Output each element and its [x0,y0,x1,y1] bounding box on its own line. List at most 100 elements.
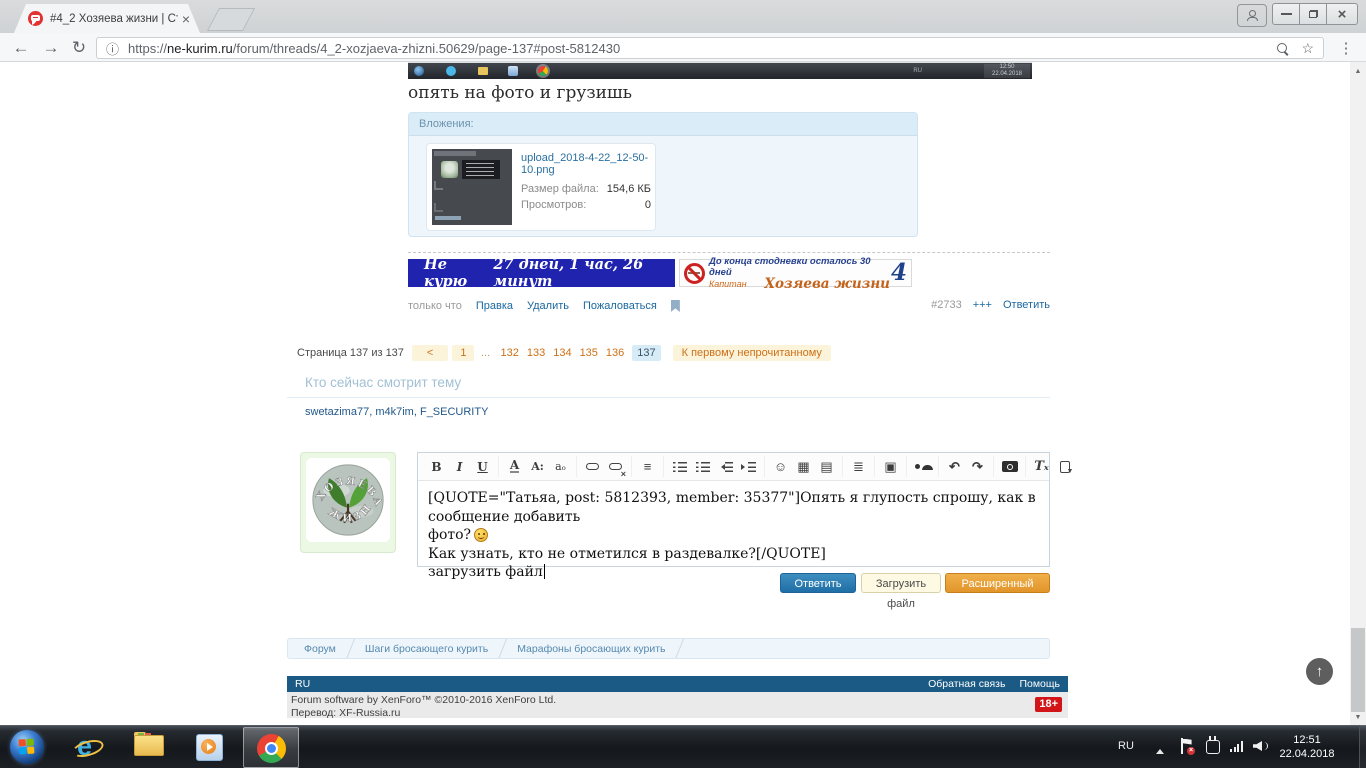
outdent-icon[interactable] [715,457,736,477]
scrollbar-track[interactable]: ▲ ▼ [1350,62,1366,725]
reload-button[interactable]: ↻ [66,35,92,60]
page-link[interactable]: 133 [527,347,545,359]
language-link[interactable]: RU [295,678,310,690]
network-signal-icon[interactable] [1230,741,1244,752]
window-close-button[interactable]: × [1326,3,1358,25]
edit-link[interactable]: Правка [476,300,513,312]
font-family-icon[interactable]: aₒ [550,457,571,477]
browser-menu-icon[interactable]: ⋮ [1336,37,1356,59]
chrome-taskbar-button[interactable] [243,727,299,768]
delete-link[interactable]: Удалить [527,300,569,312]
breadcrumb-separator [674,639,686,658]
address-bar[interactable]: ⓘ https://ne-kurim.ru/forum/threads/4_2-… [96,37,1324,59]
page-link-1[interactable]: 1 [452,345,475,361]
tray-language-indicator[interactable]: RU [1118,740,1134,752]
new-tab-button[interactable] [206,8,256,31]
bullet-list-icon[interactable] [669,457,690,477]
remove-format-icon[interactable]: Tₓ [1031,457,1052,477]
alignment-icon[interactable]: ≡ [637,457,658,477]
help-link[interactable]: Помощь [1019,678,1060,690]
scrollbar-thumb[interactable] [1351,628,1365,712]
reply-avatar[interactable]: ХОЗЯЕВА ЖИЗНИ [300,452,396,553]
reply-button[interactable]: Ответить [780,573,856,593]
image-icon[interactable]: ▦ [793,457,814,477]
mini-start-icon [414,66,424,76]
browser-tab-bar: #4_2 Хозяева жизни | Ст × × [0,0,1366,33]
reply-link[interactable]: Ответить [1003,299,1050,311]
plus-link[interactable]: +++ [973,299,992,311]
user-icon[interactable] [912,457,933,477]
prev-page-button[interactable]: < [411,345,449,361]
font-size-icon[interactable]: A: [527,457,548,477]
unlink-icon[interactable] [605,457,626,479]
bookmark-star-icon[interactable]: ☆ [1301,40,1314,57]
action-center-flag-icon[interactable]: × [1181,738,1195,755]
page-link[interactable]: 136 [606,347,624,359]
advanced-mode-button[interactable]: Расширенный режим... [945,573,1050,610]
viewer-user-link[interactable]: m4k7im [375,406,420,418]
forward-button[interactable]: → [38,35,64,60]
no-smoke-value: 27 дней, 1 час, 26 минут [493,256,644,290]
viewer-user-link[interactable]: swetazima77 [305,406,375,418]
file-explorer-icon[interactable] [134,732,164,756]
bookmark-icon[interactable] [670,300,680,312]
save-draft-icon[interactable]: ▣ [880,457,901,477]
redo-icon[interactable]: ↷ [967,457,988,477]
undo-icon[interactable]: ↶ [944,457,965,477]
link-icon[interactable] [582,457,603,477]
report-link[interactable]: Пожаловаться [583,300,657,312]
text-color-icon[interactable]: A [509,459,520,473]
back-button[interactable]: ← [8,35,34,60]
feedback-link[interactable]: Обратная связь [928,678,1005,690]
numbered-list-icon[interactable] [692,457,713,477]
tray-expand-icon[interactable] [1156,745,1164,754]
bbcode-toggle-icon[interactable] [1054,457,1075,477]
attachment-views-label: Просмотров: [521,199,587,211]
attachment-filename-link[interactable]: upload_2018-4-22_12-50-10.png [521,152,651,176]
smilies-icon[interactable]: ☺ [770,457,791,477]
attachment-card[interactable]: upload_2018-4-22_12-50-10.png Размер фай… [426,143,656,231]
bold-icon[interactable]: B [426,457,447,477]
media-icon[interactable]: ▤ [816,457,837,477]
scroll-to-top-button[interactable]: ↑ [1306,658,1333,685]
search-icon[interactable] [1277,43,1288,53]
window-restore-button[interactable] [1299,3,1327,25]
profile-button[interactable] [1237,4,1267,27]
italic-icon[interactable]: I [449,457,470,477]
viewer-user-link[interactable]: F_SECURITY [420,406,488,418]
breadcrumb-section[interactable]: Шаги бросающего курить [365,643,488,655]
start-button[interactable] [10,730,44,764]
first-unread-link[interactable]: К первому непрочитанному [672,345,831,361]
camera-icon[interactable] [999,457,1020,477]
page-label: Страница 137 из 137 [297,347,404,359]
page-link[interactable]: 135 [580,347,598,359]
media-player-icon[interactable] [196,734,223,761]
show-desktop-button[interactable] [1359,725,1366,768]
page-link[interactable]: 132 [500,347,518,359]
browser-tab[interactable]: #4_2 Хозяева жизни | Ст × [14,4,200,33]
scroll-up-icon[interactable]: ▲ [1350,64,1366,78]
breadcrumb-subsection[interactable]: Марафоны бросающих курить [517,643,665,655]
power-icon[interactable] [1206,736,1220,754]
footer-translation-link[interactable]: Перевод: XF-Russia.ru [291,707,1068,720]
window-minimize-button[interactable] [1272,3,1300,25]
attachment-views-value: 0 [644,199,651,211]
tab-title: #4_2 Хозяева жизни | Ст [50,12,178,25]
mini-chrome-icon [536,64,550,78]
underline-icon[interactable]: U [472,457,493,477]
tab-close-icon[interactable]: × [182,12,190,26]
float-icon[interactable]: ≣ [848,457,869,477]
scroll-down-icon[interactable]: ▼ [1350,710,1366,724]
windows-logo-icon [18,738,35,755]
info-icon[interactable]: ⓘ [106,39,119,58]
volume-icon[interactable] [1253,740,1269,752]
indent-icon[interactable] [738,457,759,477]
page-link[interactable]: 134 [553,347,571,359]
internet-explorer-icon[interactable]: e [70,731,106,763]
tray-clock[interactable]: 12:51 22.04.2018 [1272,733,1342,761]
post-number[interactable]: #2733 [931,299,962,311]
post-meta-row: только что Правка Удалить Пожаловаться #… [408,299,1050,313]
upload-file-button[interactable]: Загрузить файл [861,573,941,610]
breadcrumb-forum[interactable]: Форум [304,643,336,655]
attachment-thumbnail[interactable] [432,149,512,225]
